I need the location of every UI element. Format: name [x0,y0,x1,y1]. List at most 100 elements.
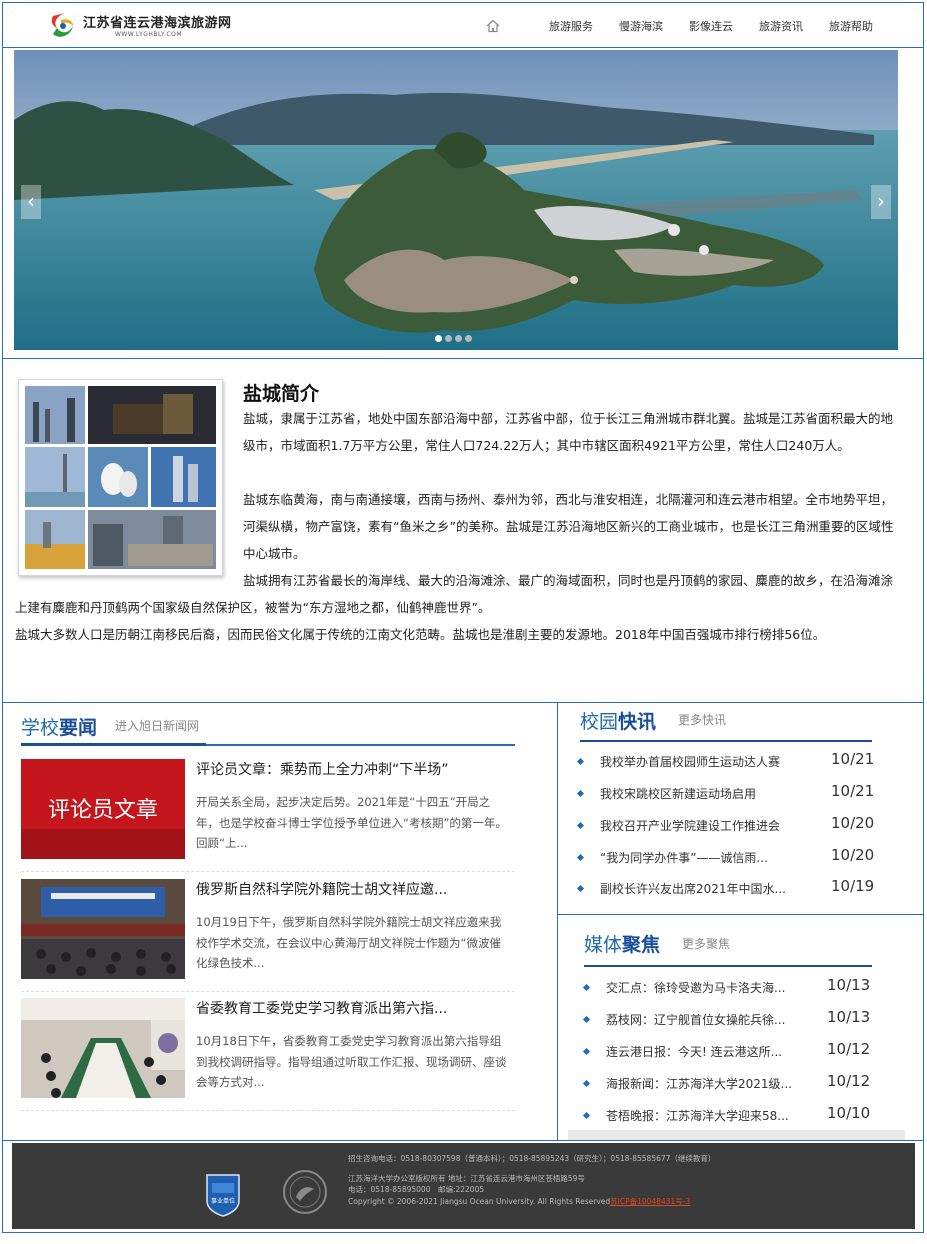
section-divider-accent [21,743,206,746]
badge-label: 事业单位 [211,1197,235,1205]
news-headline[interactable]: 俄罗斯自然科学院外籍院士胡文祥应邀... [196,879,516,899]
banner-carousel[interactable]: ‹ › [14,50,898,350]
section-title-b: 快讯 [618,711,657,733]
news-thumbnail: 评论员文章 [21,759,185,859]
intro-paragraph: 盐城大多数人口是历朝江南移民后裔，因而民俗文化属于传统的江南文化范畴。盐城也是淮… [15,627,826,642]
logo-mark-icon [51,13,73,37]
section-title-a: 校园 [580,711,619,733]
section-divider [580,740,872,742]
list-item-text[interactable]: 交汇点：徐玲受邀为马卡洛夫海... [606,979,816,996]
bullet-icon [582,983,591,992]
page: 江苏省连云港海滨旅游网 WWW.LYGHBLY.COM 旅游服务 慢游海滨 影像… [0,0,927,1244]
right-column: 校园快讯 更多快讯 我校举办首届校园师生运动达人赛 10/21 我校宋跳校区新建… [557,703,924,1140]
section-title-a: 媒体 [584,934,623,956]
list-item[interactable]: 苍梧晚报：江苏海洋大学迎来58... 10/10 [582,1104,884,1127]
list-item-text[interactable]: 副校长许兴友出席2021年中国水... [600,880,810,897]
footer-address: 江苏海洋大学办公室版权所有 地址：江苏省连云港市海州区苍梧路59号 [348,1173,585,1183]
footer-copyright-line: Copyright © 2006-2021 Jiangsu Ocean Univ… [348,1196,728,1208]
list-item-text[interactable]: 海报新闻：江苏海洋大学2021级... [606,1075,816,1092]
news-summary: 10月19日下午，俄罗斯自然科学院外籍院士胡文祥应邀来我校作学术交流，在会议中心… [196,915,502,970]
list-item[interactable]: “我为同学办件事”——诚信雨... 10/20 [576,846,878,869]
nav-item-news[interactable]: 旅游资讯 [759,18,803,34]
news-thumbnail [21,879,185,979]
footer-copyright: Copyright © 2006-2021 Jiangsu Ocean Univ… [348,1196,611,1206]
section-separator [558,914,924,915]
main-nav: 旅游服务 慢游海滨 影像连云 旅游资讯 旅游帮助 [485,3,873,49]
list-item-date: 10/20 [831,846,875,864]
bullet-icon [582,1079,591,1088]
list-item-date: 10/13 [827,976,871,994]
banner-next-button[interactable]: › [871,185,891,219]
list-item[interactable]: 我校召开产业学院建设工作推进会 10/20 [576,814,878,837]
banner-dot[interactable] [445,335,452,342]
list-item-text[interactable]: 苍梧晚报：江苏海洋大学迎来58... [606,1107,816,1124]
banner-prev-button[interactable]: ‹ [21,185,41,219]
list-item-text[interactable]: 我校宋跳校区新建运动场启用 [600,785,810,802]
banner-image [14,50,898,350]
list-item[interactable]: 副校长许兴友出席2021年中国水... 10/19 [576,877,878,900]
news-thumbnail [21,998,185,1098]
news-item[interactable]: 俄罗斯自然科学院外籍院士胡文祥应邀... 10月19日下午，俄罗斯自然科学院外籍… [21,879,515,992]
list-item[interactable]: 我校宋跳校区新建运动场启用 10/21 [576,782,878,805]
bullet-icon [582,1015,591,1024]
home-icon[interactable] [485,18,501,34]
icp-link[interactable]: 苏ICP备10048431号-3 [610,1197,690,1206]
list-item[interactable]: 我校举办首届校园师生运动达人赛 10/21 [576,750,878,773]
list-item[interactable]: 交汇点：徐玲受邀为马卡洛夫海... 10/13 [582,976,884,999]
banner-dot[interactable] [465,335,472,342]
footer-admissions-phone: 招生咨询电话：0518-80307598（普通本科）；0518-85895243… [348,1154,716,1163]
nav-item-gallery[interactable]: 影像连云 [689,18,733,34]
nav-item-help[interactable]: 旅游帮助 [829,18,873,34]
list-item-date: 10/10 [827,1104,871,1122]
banner-dot[interactable] [455,335,462,342]
school-news-more-link[interactable]: 进入旭日新闻网 [115,717,199,734]
banner-dot[interactable] [435,335,442,342]
intro-title: 盐城简介 [243,383,320,405]
news-headline[interactable]: 省委教育工委党史学习教育派出第六指... [196,998,516,1018]
media-focus-title: 媒体聚焦 [584,930,660,957]
list-item-date: 10/12 [827,1072,871,1090]
news-summary: 开局关系全局，起步决定后势。2021年是“十四五”开局之年，也是学校奋斗博士学位… [196,795,507,850]
banner-pagination [435,335,472,342]
bullet-icon [576,789,585,798]
list-item[interactable]: 海报新闻：江苏海洋大学2021级... 10/12 [582,1072,884,1095]
news-headline[interactable]: 评论员文章：乘势而上全力冲刺“下半场” [196,759,516,779]
bullet-icon [576,853,585,862]
list-item-text[interactable]: 连云港日报：今天! 连云港这所... [606,1043,816,1060]
footer-info: 招生咨询电话：0518-80307598（普通本科）；0518-85895243… [348,1153,728,1207]
list-item-date: 10/19 [831,877,875,895]
bullet-icon [582,1111,591,1120]
section-title-a: 学校 [21,717,60,739]
list-item-date: 10/21 [831,750,875,768]
site-logo[interactable]: 江苏省连云港海滨旅游网 WWW.LYGHBLY.COM [47,10,231,44]
list-item-text[interactable]: 荔枝网：辽宁舰首位女操舵兵徐... [606,1011,816,1028]
nav-item-travel-service[interactable]: 旅游服务 [549,18,593,34]
intro-paragraph: 盐城拥有江苏省最长的海岸线、最大的沿海滩涂、最广的海域面积，同时也是丹顶鹤的家园… [15,573,894,615]
public-institution-badge-icon[interactable]: 事业单位 [204,1171,242,1217]
news-item[interactable]: 评论员文章 评论员文章：乘势而上全力冲刺“下半场” 开局关系全局，起步决定后势。… [21,759,515,872]
site-footer: 事业单位 招生咨询电话：0518-80307598（普通本科）；0518-858… [2,1140,924,1233]
bullet-icon [576,821,585,830]
footer-spacer [348,1165,728,1173]
footer-panel: 事业单位 招生咨询电话：0518-80307598（普通本科）；0518-858… [12,1143,915,1229]
news-thumb-image [21,998,185,1098]
intro-paragraph: 盐城，隶属于江苏省，地处中国东部沿海中部，江苏省中部，位于长江三角洲城市群北翼。… [243,411,894,453]
news-summary: 10月18日下午，省委教育工委党史学习教育派出第六指导组到我校调研指导。指导组通… [196,1034,507,1089]
section-title-b: 要闻 [59,717,98,739]
collage-image [23,384,218,571]
news-thumb-image: 评论员文章 [21,759,185,859]
list-item-text[interactable]: 我校举办首届校园师生运动达人赛 [600,753,810,770]
list-item[interactable]: 荔枝网：辽宁舰首位女操舵兵徐... 10/13 [582,1008,884,1031]
campus-news-title: 校园快讯 [580,707,656,734]
bullet-icon [576,884,585,893]
news-item[interactable]: 省委教育工委党史学习教育派出第六指... 10月18日下午，省委教育工委党史学习… [21,998,515,1111]
campus-news-more-link[interactable]: 更多快讯 [678,711,726,728]
list-item-text[interactable]: 我校召开产业学院建设工作推进会 [600,817,810,834]
list-item-text[interactable]: “我为同学办件事”——诚信雨... [600,849,810,866]
list-item[interactable]: 连云港日报：今天! 连云港这所... 10/12 [582,1040,884,1063]
media-focus-more-link[interactable]: 更多聚焦 [682,935,730,952]
university-seal-icon[interactable] [282,1169,328,1215]
nav-item-slow-tour[interactable]: 慢游海滨 [619,18,663,34]
logo-subtitle: WWW.LYGHBLY.COM [115,31,182,38]
gray-strip [568,1130,905,1140]
